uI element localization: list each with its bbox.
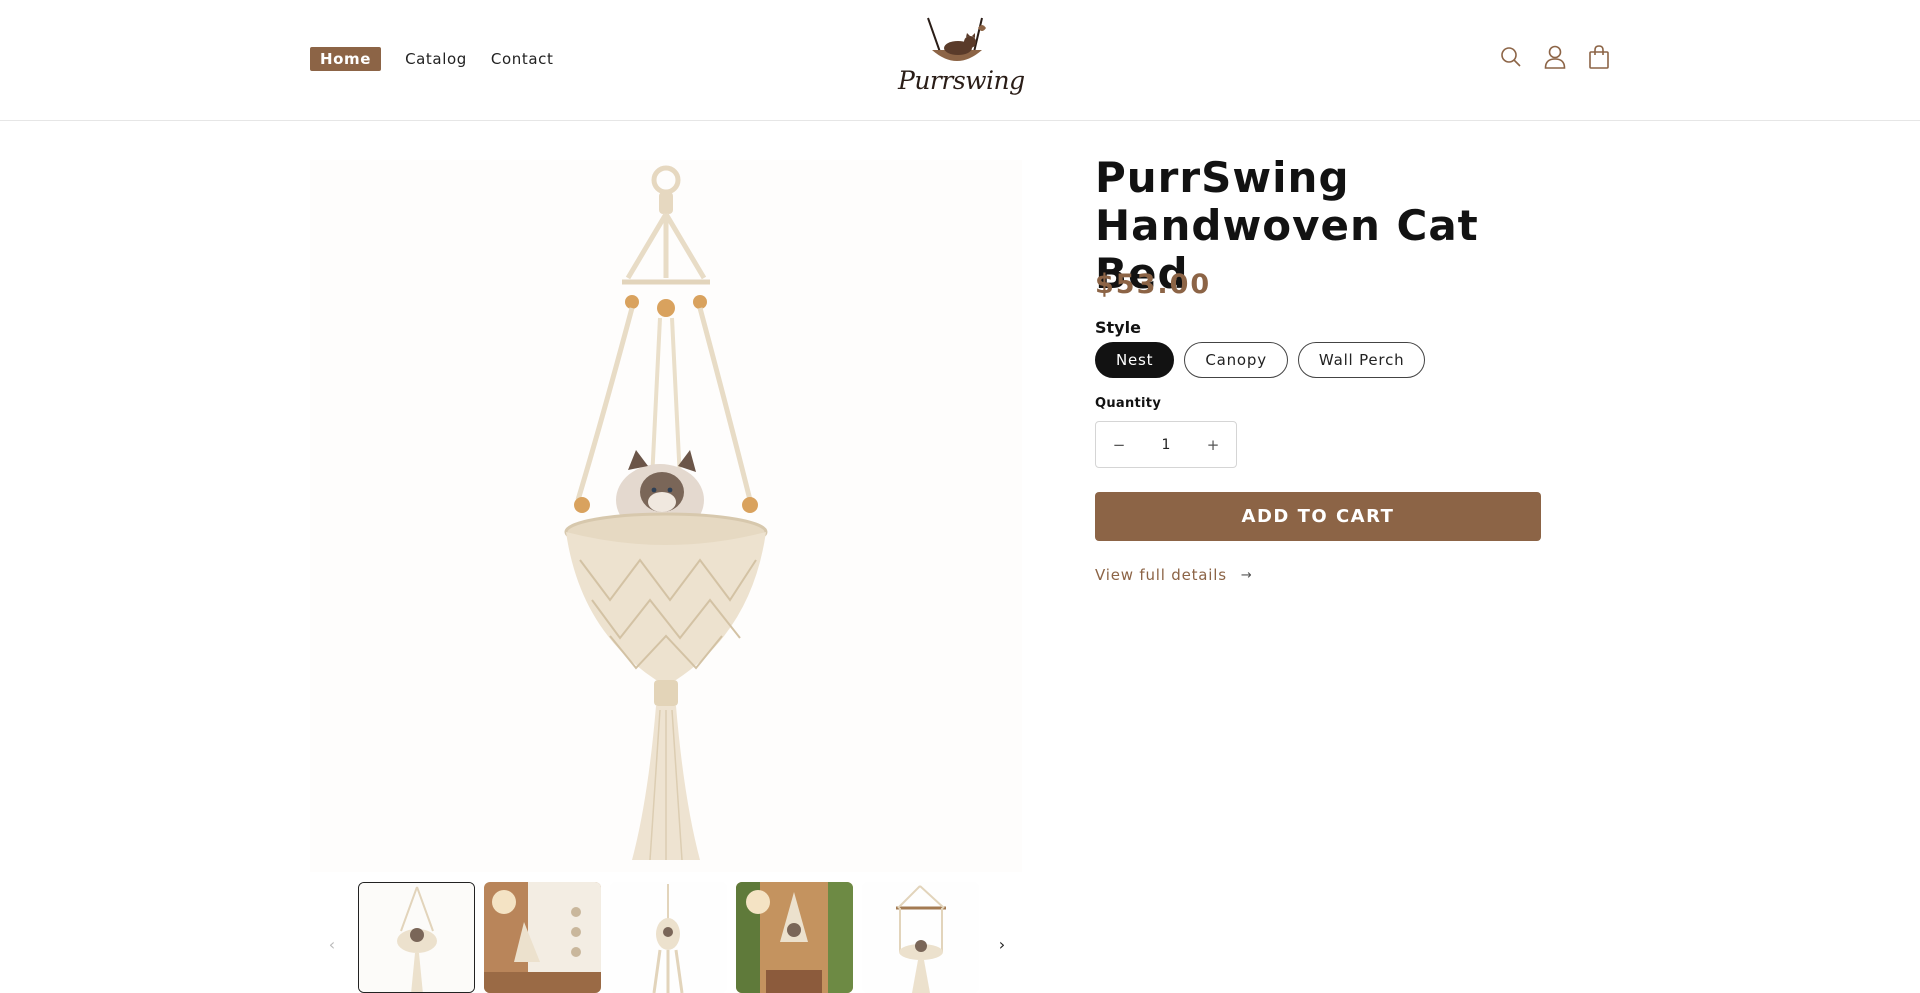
nav-contact[interactable]: Contact — [491, 49, 554, 69]
thumbnail-4[interactable] — [736, 882, 853, 993]
style-option-canopy[interactable]: Canopy — [1184, 342, 1288, 378]
site-header: Home Catalog Contact Purrswing — [0, 0, 1920, 121]
quantity-label: Quantity — [1095, 396, 1162, 411]
quantity-increase-button[interactable]: + — [1190, 422, 1236, 467]
slider-next-button[interactable]: › — [990, 932, 1014, 956]
thumbnail-5[interactable] — [862, 882, 979, 993]
site-logo[interactable]: Purrswing — [898, 16, 1025, 100]
thumbnail-1[interactable] — [358, 882, 475, 993]
product-main-image[interactable] — [310, 160, 1022, 872]
arrow-right-icon: → — [1240, 567, 1253, 583]
cart-icon[interactable] — [1586, 44, 1612, 70]
quantity-decrease-button[interactable]: − — [1096, 422, 1142, 467]
thumbnail-3[interactable] — [610, 882, 727, 993]
main-nav: Home Catalog Contact — [310, 47, 577, 71]
logo-wordmark: Purrswing — [898, 66, 1025, 95]
style-option-nest[interactable]: Nest — [1095, 342, 1175, 378]
thumbnail-slider: ‹ › — [310, 880, 1022, 993]
style-label: Style — [1095, 318, 1141, 337]
quantity-stepper: − + — [1095, 421, 1237, 468]
header-actions — [1498, 44, 1630, 70]
add-to-cart-button[interactable]: ADD TO CART — [1095, 492, 1541, 541]
hanging-cat-bed-illustration — [564, 165, 768, 861]
slider-prev-button[interactable]: ‹ — [320, 932, 344, 956]
view-full-details-label: View full details — [1095, 566, 1227, 584]
product-price: $53.00 — [1095, 269, 1212, 300]
view-full-details-link[interactable]: View full details → — [1095, 566, 1253, 584]
search-icon[interactable] — [1498, 44, 1524, 70]
thumbnail-2[interactable] — [484, 882, 601, 993]
style-options: Nest Canopy Wall Perch — [1095, 342, 1435, 378]
nav-catalog[interactable]: Catalog — [405, 49, 467, 69]
nav-home[interactable]: Home — [310, 47, 382, 71]
account-icon[interactable] — [1542, 44, 1568, 70]
style-option-wall-perch[interactable]: Wall Perch — [1297, 342, 1426, 378]
quantity-input[interactable] — [1142, 422, 1190, 467]
